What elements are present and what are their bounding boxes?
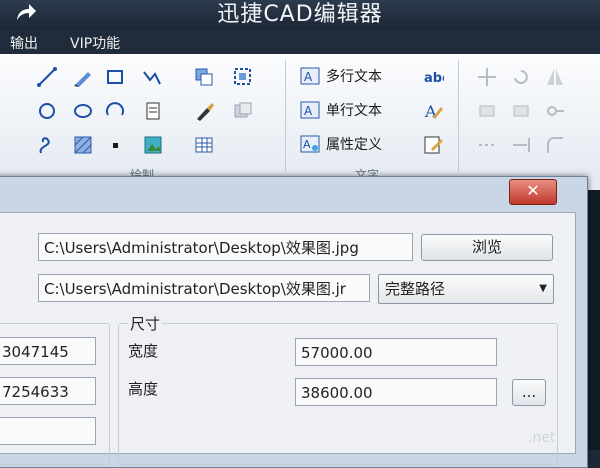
copy-tool-icon[interactable] xyxy=(193,66,215,88)
fillet-icon[interactable] xyxy=(544,134,566,156)
menu-output[interactable]: 输出 xyxy=(10,33,38,53)
ribbon-separator xyxy=(458,60,459,172)
text-icon: A xyxy=(300,101,320,119)
text-label: 单行文本 xyxy=(326,103,382,119)
height-field[interactable]: 38600.00 xyxy=(295,378,497,406)
pencil-tool-icon[interactable] xyxy=(72,66,94,88)
circle-tool-icon[interactable] xyxy=(36,100,58,122)
spline-tool-icon[interactable] xyxy=(36,134,58,156)
app-title: 迅捷CAD编辑器 xyxy=(217,2,383,27)
menu-vip[interactable]: VIP功能 xyxy=(70,33,120,53)
watermark: .net xyxy=(528,430,556,446)
text-edit-icon[interactable]: A xyxy=(422,100,444,122)
rotate-icon[interactable] xyxy=(510,66,532,88)
table-tool-icon[interactable] xyxy=(193,134,215,156)
rectangle-tool-icon[interactable] xyxy=(104,66,126,88)
mtext-icon: A xyxy=(300,67,320,85)
dropdown-arrow-icon: ▼ xyxy=(539,283,547,294)
mtext-button[interactable]: A 多行文本 xyxy=(300,64,382,88)
path-type-value: 完整路径 xyxy=(385,280,446,298)
path-type-select[interactable]: 完整路径 ▼ xyxy=(378,274,554,304)
path-field[interactable]: C:\Users\Administrator\Desktop\效果图.jpg xyxy=(38,233,413,261)
menu-bar: 输出 VIP功能 xyxy=(0,30,600,54)
close-button[interactable]: ✕ xyxy=(509,179,557,205)
polyline-tool-icon[interactable] xyxy=(142,66,164,88)
ribbon-separator xyxy=(285,60,286,172)
browse-button[interactable]: 浏览 xyxy=(421,234,553,261)
point-tool-icon[interactable] xyxy=(104,134,126,156)
stretch-icon[interactable] xyxy=(510,100,532,122)
mirror-icon[interactable] xyxy=(544,66,566,88)
trim-icon[interactable] xyxy=(544,100,566,122)
select-tool-icon[interactable] xyxy=(232,66,254,88)
move-icon[interactable] xyxy=(476,66,498,88)
svg-text:A: A xyxy=(304,104,313,118)
block-tool-icon[interactable] xyxy=(232,100,254,122)
svg-text:A: A xyxy=(303,138,311,151)
insertion-y-field[interactable]: 7254633 xyxy=(0,377,96,405)
attdef-button[interactable]: A 属性定义 xyxy=(300,132,382,156)
insertion-x-field[interactable]: 3047145 xyxy=(0,337,96,365)
text-style-icon[interactable]: abc xyxy=(422,66,444,88)
ribbon: 绘制 A 多行文本 A 单行文本 A 属性定义 abc A 文字 xyxy=(0,54,600,191)
scale-icon[interactable] xyxy=(476,100,498,122)
extend-icon[interactable] xyxy=(510,134,532,156)
arc-tool-icon[interactable] xyxy=(104,100,126,122)
title-bar: 迅捷CAD编辑器 xyxy=(0,0,600,30)
brush-tool-icon[interactable] xyxy=(193,100,215,122)
line-tool-icon[interactable] xyxy=(36,66,58,88)
offset-icon[interactable] xyxy=(476,134,498,156)
insertion-z-field[interactable] xyxy=(0,417,96,445)
svg-text:abc: abc xyxy=(424,71,444,86)
mtext-label: 多行文本 xyxy=(326,69,382,85)
size-group-title: 尺寸 xyxy=(128,313,163,334)
svg-text:A: A xyxy=(304,70,313,84)
pick-size-button[interactable]: ... xyxy=(512,379,546,406)
hatch-tool-icon[interactable] xyxy=(72,134,94,156)
image-tool-icon[interactable] xyxy=(142,134,164,156)
ellipse-tool-icon[interactable] xyxy=(72,100,94,122)
attdef-label: 属性定义 xyxy=(326,137,382,153)
width-label: 宽度 xyxy=(128,342,159,360)
attdef-icon: A xyxy=(300,135,320,153)
text-button[interactable]: A 单行文本 xyxy=(300,98,382,122)
edit-note-icon[interactable] xyxy=(422,134,444,156)
height-label: 高度 xyxy=(128,380,159,398)
width-field[interactable]: 57000.00 xyxy=(295,338,497,366)
document-tool-icon[interactable] xyxy=(142,100,164,122)
saved-path-field[interactable]: C:\Users\Administrator\Desktop\效果图.jr xyxy=(38,274,370,302)
